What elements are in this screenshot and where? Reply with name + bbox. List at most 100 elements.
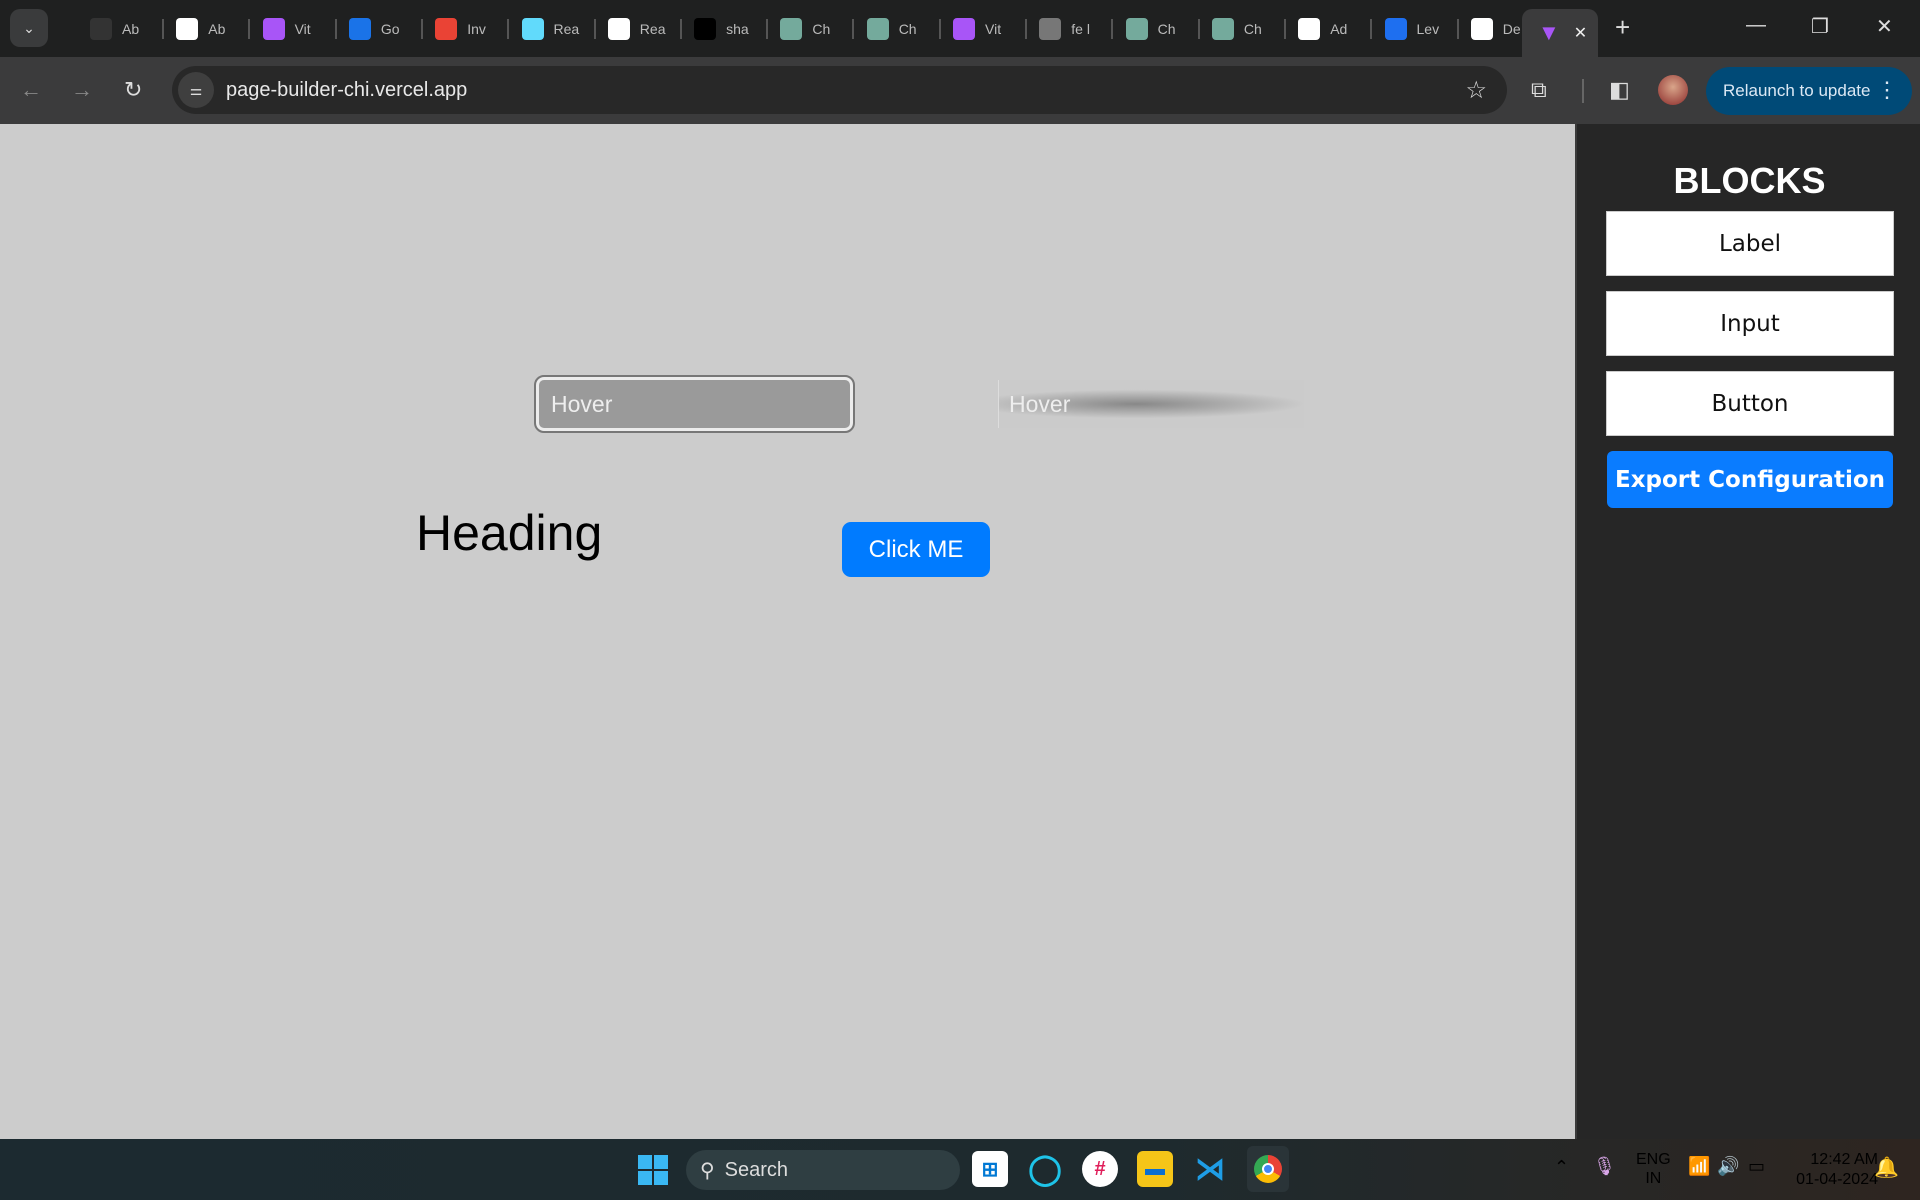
tab-search-button[interactable]: ⌄ <box>10 9 48 47</box>
blocks-sidebar: BLOCKS Label Input Button Export Configu… <box>1575 124 1920 1139</box>
avatar[interactable] <box>1658 75 1688 105</box>
vite-icon: ▼ <box>1538 20 1560 45</box>
site-info-icon[interactable]: ⚌ <box>178 72 214 108</box>
side-panel-icon[interactable]: ◧ <box>1609 77 1630 103</box>
wifi-icon[interactable]: 📶 <box>1688 1156 1710 1177</box>
relaunch-button[interactable]: Relaunch to update ⋮ <box>1706 67 1912 115</box>
tab-label: De <box>1502 21 1521 37</box>
battery-icon[interactable]: ▭ <box>1748 1156 1765 1177</box>
relaunch-label: Relaunch to update <box>1723 81 1871 100</box>
github-icon <box>90 18 112 40</box>
chatgpt-icon <box>866 18 889 40</box>
taskbar: ⚲ Search ⊞ ◯ # ▬ ⋊ ⌃ 🎙 ENG IN 📶 🔊 ▭ 12:42… <box>0 1139 1920 1200</box>
time-text: 12:42 AM <box>1810 1151 1878 1168</box>
tab[interactable]: Ab <box>164 14 251 44</box>
tab[interactable]: Ch <box>855 14 941 44</box>
export-configuration-button[interactable]: Export Configuration <box>1607 451 1893 508</box>
tab-label: fe l <box>1071 21 1090 37</box>
tab[interactable]: Ad <box>1286 14 1373 44</box>
tab[interactable]: Ch <box>1114 14 1200 44</box>
tab-close-button[interactable]: ✕ <box>1574 23 1587 43</box>
extensions-icon[interactable]: ⧉ <box>1531 77 1547 103</box>
tab[interactable]: Rea <box>510 14 596 44</box>
vscode-icon[interactable]: ⋊ <box>1192 1151 1228 1187</box>
reload-button[interactable]: ↻ <box>124 77 142 103</box>
tab-strip: ⌄ Ab Ab Vit Go Inv Rea Rea sha Ch Ch Vit fe l Ch Ch Ad… <box>0 0 1920 57</box>
microphone-icon[interactable]: 🎙 <box>1593 1156 1616 1177</box>
windows-start-icon[interactable] <box>638 1155 668 1185</box>
tab-label: Lev <box>1416 21 1440 37</box>
tab-label: Ch <box>812 21 831 37</box>
chatgpt-icon <box>780 18 803 40</box>
tab-label: Ch <box>1243 21 1262 37</box>
tab-label: Ad <box>1330 21 1348 37</box>
block-button[interactable]: Button <box>1606 371 1894 436</box>
tab[interactable]: Rea <box>596 14 682 44</box>
tab[interactable]: Lev <box>1373 14 1459 44</box>
tab[interactable]: Ch <box>1200 14 1286 44</box>
forward-button[interactable]: → <box>71 77 93 103</box>
close-window-button[interactable]: ✕ <box>1876 14 1893 39</box>
chrome-icon[interactable] <box>1247 1146 1289 1192</box>
google-calendar-icon <box>348 18 371 40</box>
tab[interactable]: fe l <box>1027 14 1114 44</box>
click-me-button[interactable]: Click ME <box>842 522 990 577</box>
hover-input-1[interactable] <box>534 375 855 433</box>
show-hidden-icons[interactable]: ⌃ <box>1554 1157 1569 1178</box>
block-label[interactable]: Label <box>1606 211 1894 276</box>
search-icon: ⚲ <box>700 1159 715 1182</box>
restore-button[interactable]: ❐ <box>1811 14 1829 39</box>
tab-active[interactable]: ▼ ✕ <box>1522 9 1598 57</box>
volume-icon[interactable]: 🔊 <box>1717 1156 1739 1177</box>
blocks-title: BLOCKS <box>1673 160 1826 201</box>
vite-icon <box>262 18 285 40</box>
lang-text: ENG <box>1636 1151 1671 1168</box>
chatgpt-icon <box>1125 18 1148 40</box>
tab[interactable]: sha <box>682 14 769 44</box>
chatgpt-icon <box>1211 18 1234 40</box>
alexa-icon[interactable]: ◯ <box>1027 1151 1063 1187</box>
minimize-button[interactable]: — <box>1746 14 1766 37</box>
tab-label: Rea <box>553 21 580 37</box>
block-input[interactable]: Input <box>1606 291 1894 356</box>
url-text[interactable]: page-builder-chi.vercel.app <box>226 79 467 102</box>
tab-label: Ch <box>1157 21 1176 37</box>
clock[interactable]: 12:42 AM 01-04-2024 <box>1786 1150 1878 1190</box>
tab[interactable]: Ch <box>768 14 855 44</box>
new-tab-button[interactable]: + <box>1615 12 1630 43</box>
vite-icon <box>953 18 975 40</box>
tab[interactable]: Vit <box>251 14 337 44</box>
microsoft-store-icon[interactable]: ⊞ <box>972 1151 1008 1187</box>
back-button[interactable]: ← <box>20 77 42 103</box>
tab-label: Ab <box>122 21 140 37</box>
tab-label: Ch <box>898 21 917 37</box>
gmail-icon <box>435 18 458 40</box>
tab[interactable]: Vit <box>941 14 1027 44</box>
file-explorer-icon[interactable]: ▬ <box>1137 1151 1173 1187</box>
globe-icon <box>1039 18 1062 40</box>
address-bar[interactable]: ⚌ page-builder-chi.vercel.app ☆ <box>172 66 1507 114</box>
taskbar-search[interactable]: ⚲ Search <box>686 1150 960 1190</box>
date-text: 01-04-2024 <box>1796 1171 1878 1188</box>
notion-icon <box>1298 18 1321 40</box>
region-text: IN <box>1645 1170 1662 1187</box>
toolbar-divider <box>1582 79 1584 103</box>
language-indicator[interactable]: ENG IN <box>1636 1150 1671 1188</box>
notification-bell-icon[interactable]: 🔔 <box>1874 1155 1899 1180</box>
shadcn-icon <box>694 18 717 40</box>
tab-label: Rea <box>639 21 666 37</box>
tab[interactable]: Inv <box>423 14 510 44</box>
search-label: Search <box>724 1158 789 1181</box>
bookmark-star-icon[interactable]: ☆ <box>1465 76 1487 105</box>
hover-input-2[interactable] <box>998 380 1304 428</box>
tab-label: Inv <box>467 21 486 37</box>
tab-label: Vit <box>294 21 311 37</box>
more-menu-icon[interactable]: ⋮ <box>1876 77 1898 103</box>
github-icon <box>1470 18 1493 40</box>
browser-toolbar: ← → ↻ ⚌ page-builder-chi.vercel.app ☆ ⧉ … <box>0 57 1920 124</box>
tab[interactable]: Go <box>337 14 423 44</box>
slack-icon[interactable]: # <box>1082 1151 1118 1187</box>
canvas-heading[interactable]: Heading <box>416 504 602 562</box>
tab-label: Vit <box>985 21 1002 37</box>
tab[interactable]: Ab <box>78 14 164 44</box>
